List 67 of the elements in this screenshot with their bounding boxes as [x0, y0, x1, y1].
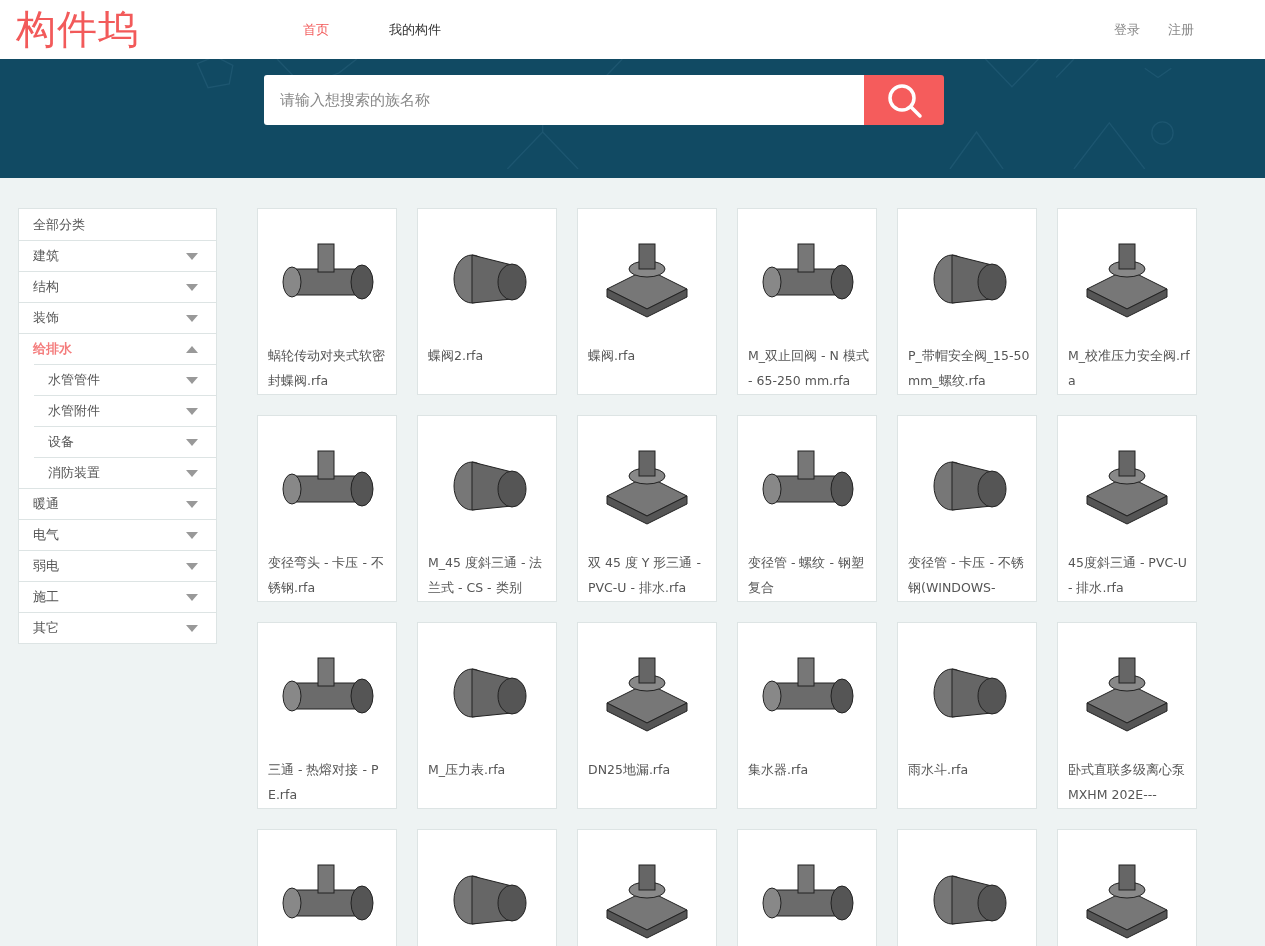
product-name: M_45 度斜三通 - 法兰式 - CS - 类别 — [427, 554, 544, 597]
category-label: 暖通 — [33, 495, 59, 513]
product-card[interactable]: 卧式直联多级离心泵 MXHM 202E--- — [1057, 622, 1197, 809]
category-label: 弱电 — [33, 557, 59, 575]
category-item[interactable]: 电气 — [19, 519, 216, 550]
product-name: M_校准压力安全阀.rfa — [1067, 347, 1191, 390]
account-link[interactable]: 登录 — [1114, 20, 1140, 39]
category-label: 其它 — [33, 619, 59, 637]
search-field[interactable]: 请输入想搜索的族名称 — [263, 75, 864, 125]
product-card[interactable]: 雨水斗.rfa — [897, 622, 1037, 809]
product-name: 雨水斗.rfa — [907, 761, 970, 779]
product-name: 卧式直联多级离心泵 MXHM 202E--- — [1067, 761, 1186, 804]
product-card[interactable]: 蜗轮传动对夹式软密封蝶阀.rfa — [257, 208, 397, 395]
category-item[interactable]: 施工 — [19, 581, 216, 612]
product-name: 蝶阀.rfa — [587, 347, 637, 365]
product-card[interactable]: 三通 - 热熔对接 - PE.rfa — [257, 622, 397, 809]
product-card[interactable]: DN25地漏.rfa — [577, 622, 717, 809]
category-label: 水管管件 — [48, 371, 100, 389]
product-card[interactable]: 变径管 - 卡压 - 不锈钢(WINDOWS- — [897, 415, 1037, 602]
product-card[interactable]: 变径弯头 - 卡压 - 不锈钢.rfa — [257, 415, 397, 602]
product-card[interactable]: P_带帽安全阀_15-50 mm_螺纹.rfa — [897, 208, 1037, 395]
subcategory-item[interactable]: 水管附件 — [34, 395, 216, 426]
category-item[interactable]: 建筑 — [19, 240, 216, 271]
product-card[interactable]: 变径管 - 螺纹 - 钢塑复合 — [737, 415, 877, 602]
product-name: M_双止回阀 - N 模式 - 65-250 mm.rfa — [747, 347, 870, 390]
category-item[interactable]: 其它 — [19, 612, 216, 643]
category-label: 电气 — [33, 526, 59, 544]
category-label: 消防装置 — [48, 464, 100, 482]
product-name: 集水器.rfa — [747, 761, 810, 779]
product-name: 三通 - 热熔对接 - PE.rfa — [267, 761, 380, 804]
product-card[interactable]: M_双止回阀 - N 模式 - 65-250 mm.rfa — [737, 208, 877, 395]
product-card[interactable]: M_45 度斜三通 - 法兰式 - CS - 类别 — [417, 415, 557, 602]
product-name: 蜗轮传动对夹式软密封蝶阀.rfa — [267, 347, 386, 390]
product-card[interactable]: 蝶阀.rfa — [577, 208, 717, 395]
product-name: M_压力表.rfa — [427, 761, 507, 779]
product-name: DN25地漏.rfa — [587, 761, 672, 779]
product-name: P_带帽安全阀_15-50 mm_螺纹.rfa — [907, 347, 1031, 390]
category-item[interactable]: 结构 — [19, 271, 216, 302]
category-item[interactable]: 暖通 — [19, 488, 216, 519]
category-label: 施工 — [33, 588, 59, 606]
product-name: 45度斜三通 - PVC-U - 排水.rfa — [1067, 554, 1188, 597]
product-name: 变径管 - 螺纹 - 钢塑复合 — [747, 554, 865, 597]
subcategory-item[interactable]: 设备 — [34, 426, 216, 457]
subcategory-item[interactable]: 消防装置 — [34, 457, 216, 488]
product-card[interactable]: 蝶阀2.rfa — [417, 208, 557, 395]
search-button[interactable] — [863, 75, 944, 125]
nav-link[interactable]: 我的构件 — [389, 20, 441, 39]
account-link[interactable]: 注册 — [1168, 20, 1194, 39]
product-card[interactable]: M_压力表.rfa — [417, 622, 557, 809]
product-card[interactable]: 45度斜三通 - PVC-U - 排水.rfa — [1057, 415, 1197, 602]
product-card[interactable]: 双 45 度 Y 形三通 - PVC-U - 排水.rfa — [577, 415, 717, 602]
category-label: 给排水 — [33, 340, 72, 358]
category-label: 装饰 — [33, 309, 59, 327]
product-name: 变径管 - 卡压 - 不锈钢(WINDOWS- — [907, 554, 1025, 597]
category-label: 建筑 — [33, 247, 59, 265]
product-name: 变径弯头 - 卡压 - 不锈钢.rfa — [267, 554, 385, 597]
category-item[interactable]: 弱电 — [19, 550, 216, 581]
category-label: 水管附件 — [48, 402, 100, 420]
subcategory-item[interactable]: 水管管件 — [34, 364, 216, 395]
category-label: 结构 — [33, 278, 59, 296]
product-card[interactable]: 集水器.rfa — [737, 622, 877, 809]
product-name: 蝶阀2.rfa — [427, 347, 485, 365]
category-label: 设备 — [48, 433, 74, 451]
category-item[interactable]: 全部分类 — [19, 209, 216, 240]
product-name: 双 45 度 Y 形三通 - PVC-U - 排水.rfa — [587, 554, 702, 597]
category-item[interactable]: 装饰 — [19, 302, 216, 333]
product-card[interactable]: M_校准压力安全阀.rfa — [1057, 208, 1197, 395]
